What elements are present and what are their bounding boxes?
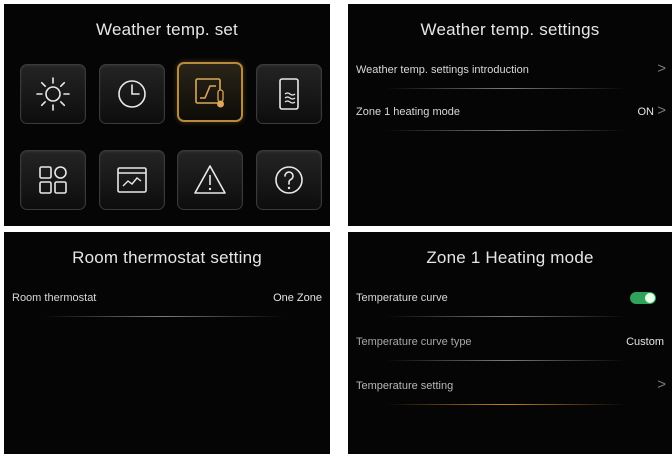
sun-tile[interactable] bbox=[20, 64, 86, 124]
row-label: Weather temp. settings introduction bbox=[356, 64, 529, 76]
temperature-setting-row[interactable]: Temperature setting > bbox=[356, 372, 666, 408]
clock-icon bbox=[118, 80, 146, 108]
row-label: Temperature curve bbox=[356, 292, 448, 304]
room-thermostat-setting-panel: Room thermostat setting Room thermostat … bbox=[4, 232, 330, 454]
room-thermostat-row[interactable]: Room thermostat One Zone bbox=[12, 284, 324, 320]
row-divider bbox=[386, 130, 626, 131]
chart-window-tile[interactable] bbox=[99, 150, 165, 210]
sun-icon bbox=[36, 77, 70, 111]
row-value: Custom bbox=[626, 336, 664, 348]
settings-introduction-row[interactable]: Weather temp. settings introduction > bbox=[356, 56, 666, 92]
water-tank-tile[interactable] bbox=[256, 64, 322, 124]
row-label: Zone 1 heating mode bbox=[356, 106, 460, 118]
zone1-heating-mode-panel: Zone 1 Heating mode Temperature curve Te… bbox=[348, 232, 672, 454]
panel-title: Room thermostat setting bbox=[72, 248, 262, 267]
clock-tile[interactable] bbox=[99, 64, 165, 124]
row-divider bbox=[386, 316, 626, 317]
row-divider bbox=[386, 88, 626, 89]
row-divider bbox=[42, 316, 284, 317]
panel-title: Weather temp. set bbox=[96, 20, 238, 39]
curve-thermometer-icon bbox=[195, 78, 224, 108]
chevron-right-icon: > bbox=[657, 102, 666, 119]
grid-tile[interactable] bbox=[20, 150, 86, 210]
help-icon bbox=[275, 166, 303, 194]
temperature-curve-row: Temperature curve bbox=[356, 284, 666, 320]
weather-temp-settings-panel: Weather temp. settings Weather temp. set… bbox=[348, 4, 672, 226]
weather-temp-set-panel: Weather temp. set bbox=[4, 4, 330, 226]
grid-icon bbox=[39, 166, 67, 194]
chevron-right-icon: > bbox=[657, 60, 666, 77]
panel-title: Zone 1 Heating mode bbox=[426, 248, 594, 267]
help-tile[interactable] bbox=[256, 150, 322, 210]
temperature-curve-type-row[interactable]: Temperature curve type Custom bbox=[356, 328, 666, 364]
row-value: ON bbox=[637, 106, 655, 118]
panel-title: Weather temp. settings bbox=[420, 20, 600, 39]
row-divider bbox=[386, 360, 626, 361]
curve-thermometer-tile[interactable] bbox=[177, 62, 243, 122]
row-label: Temperature setting bbox=[356, 380, 454, 392]
row-label: Temperature curve type bbox=[356, 336, 472, 348]
row-label: Room thermostat bbox=[12, 292, 97, 304]
chevron-right-icon: > bbox=[657, 376, 666, 393]
warning-icon bbox=[194, 165, 226, 194]
row-divider-highlight bbox=[386, 404, 626, 405]
chart-window-icon bbox=[117, 167, 147, 193]
row-value: One Zone bbox=[273, 292, 322, 304]
temperature-curve-toggle[interactable] bbox=[630, 292, 656, 304]
warning-tile[interactable] bbox=[177, 150, 243, 210]
water-tank-icon bbox=[279, 78, 299, 110]
zone1-heating-mode-row[interactable]: Zone 1 heating mode ON > bbox=[356, 98, 666, 134]
